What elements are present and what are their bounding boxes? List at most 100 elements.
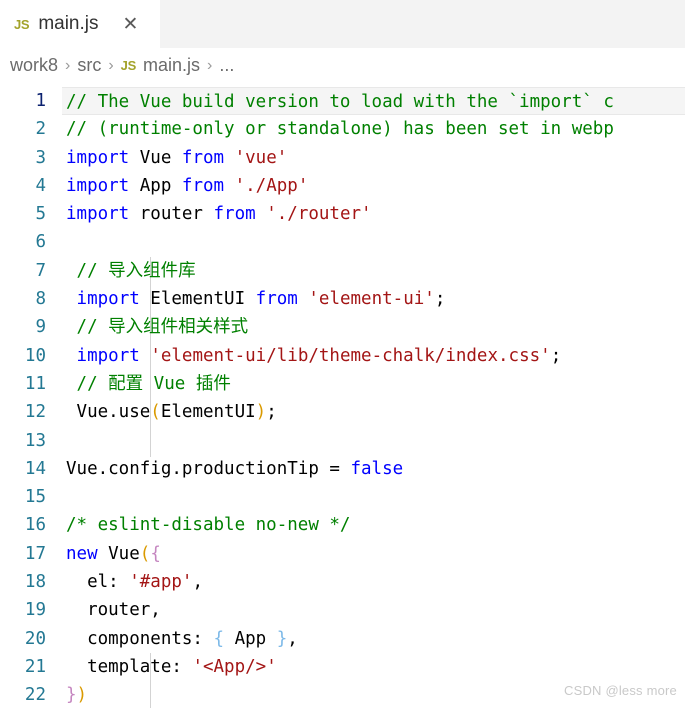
watermark: CSDN @less more xyxy=(564,683,677,698)
code-token-paren: ( xyxy=(150,402,161,423)
code-token-identifier: template: xyxy=(66,656,193,677)
chevron-right-icon: › xyxy=(108,56,114,74)
chevron-right-icon: › xyxy=(65,56,71,74)
code-token-identifier: App xyxy=(129,175,182,196)
breadcrumb-item-main-js[interactable]: main.js xyxy=(143,55,200,76)
breadcrumb-item-work8[interactable]: work8 xyxy=(10,55,58,76)
code-token-identifier: ElementUI xyxy=(139,289,256,310)
code-token-brace: } xyxy=(66,685,77,706)
code-line[interactable]: template: '<App/>' xyxy=(62,653,685,681)
code-token-identifier: router, xyxy=(66,600,161,621)
code-token-string: '<App/>' xyxy=(192,656,277,677)
line-number: 6 xyxy=(35,232,46,253)
code-text-area[interactable]: // The Vue build version to load with th… xyxy=(62,83,685,708)
code-token-string: './App' xyxy=(234,175,309,196)
code-token-identifier: ElementUI xyxy=(160,402,256,423)
breadcrumb-item-overflow[interactable]: ... xyxy=(219,55,234,76)
code-token-string: 'element-ui' xyxy=(308,289,435,310)
code-line[interactable]: // (runtime-only or standalone) has been… xyxy=(62,115,685,143)
code-token-keyword: from xyxy=(181,175,225,196)
code-token-comment: /* eslint-disable no-new */ xyxy=(66,515,351,536)
code-token-paren: ) xyxy=(255,402,267,423)
code-token-identifier: components: xyxy=(66,628,214,649)
code-line[interactable]: new Vue({ xyxy=(62,540,685,568)
code-token-keyword: from xyxy=(255,289,298,310)
vscode-window: JS main.js ✕ work8 › src › JS main.js › … xyxy=(0,0,685,708)
code-line[interactable]: import App from './App' xyxy=(62,172,685,200)
code-line[interactable]: // 导入组件相关样式 xyxy=(62,313,685,341)
line-number: 22 xyxy=(24,685,46,706)
code-line[interactable] xyxy=(62,228,685,256)
code-token-keyword: import xyxy=(76,289,140,310)
breadcrumb-item-src[interactable]: src xyxy=(77,55,101,76)
code-token-brace: { xyxy=(213,628,225,649)
code-line[interactable]: // 配置 Vue 插件 xyxy=(62,370,685,398)
code-token-keyword: new xyxy=(66,543,98,564)
code-token-brace: } xyxy=(276,628,288,649)
code-line[interactable]: Vue.use(ElementUI); xyxy=(62,398,685,426)
js-file-icon: JS xyxy=(120,58,137,73)
code-line[interactable] xyxy=(62,427,685,455)
code-token-keyword: import xyxy=(66,175,130,196)
code-token-keyword: from xyxy=(213,204,256,225)
code-token-identifier: Vue.use xyxy=(66,402,151,423)
code-token-identifier: Vue.config.productionTip = xyxy=(66,458,351,479)
line-number: 17 xyxy=(24,543,46,564)
line-number: 19 xyxy=(24,600,46,621)
code-token-punct: , xyxy=(192,572,203,593)
code-line[interactable]: components: { App }, xyxy=(62,625,685,653)
code-line[interactable]: Vue.config.productionTip = false xyxy=(62,455,685,483)
code-line[interactable] xyxy=(62,483,685,511)
code-token-identifier: Vue xyxy=(129,147,182,168)
code-line[interactable]: // 导入组件库 xyxy=(62,257,685,285)
code-line[interactable]: import Vue from 'vue' xyxy=(62,144,685,172)
line-number: 10 xyxy=(24,345,46,366)
line-number: 9 xyxy=(35,317,46,338)
chevron-right-icon: › xyxy=(207,56,213,74)
code-token-comment: // 导入组件相关样式 xyxy=(66,317,249,338)
code-token-comment: // The Vue build version to load with th… xyxy=(66,92,614,112)
code-token-punct: , xyxy=(287,628,298,649)
line-number: 3 xyxy=(35,147,46,168)
code-token-keyword: false xyxy=(350,458,404,479)
line-number: 20 xyxy=(24,628,46,649)
line-number: 5 xyxy=(35,204,46,225)
tab-main-js[interactable]: JS main.js ✕ xyxy=(0,0,160,48)
code-line[interactable]: // The Vue build version to load with th… xyxy=(62,87,685,116)
code-line[interactable]: /* eslint-disable no-new */ xyxy=(62,511,685,539)
code-line[interactable]: import router from './router' xyxy=(62,200,685,228)
line-number: 13 xyxy=(24,430,46,451)
close-icon[interactable]: ✕ xyxy=(121,14,141,34)
code-token-punct: ; xyxy=(550,345,562,366)
code-token-comment: // 配置 Vue 插件 xyxy=(66,373,231,394)
code-token-comment: // (runtime-only or standalone) has been… xyxy=(66,119,614,140)
code-token-paren: ) xyxy=(76,685,88,706)
line-number: 11 xyxy=(24,373,46,394)
code-token-identifier: router xyxy=(129,204,214,225)
code-token-string: '#app' xyxy=(129,572,193,593)
code-token-paren: ( xyxy=(139,543,151,564)
code-line[interactable]: el: '#app', xyxy=(62,568,685,596)
code-line[interactable]: import ElementUI from 'element-ui'; xyxy=(62,285,685,313)
line-number: 16 xyxy=(24,515,46,536)
code-line[interactable]: router, xyxy=(62,596,685,624)
code-token-punct: ; xyxy=(434,289,446,310)
line-number: 14 xyxy=(24,458,46,479)
code-token-keyword: import xyxy=(66,147,130,168)
code-line[interactable]: import 'element-ui/lib/theme-chalk/index… xyxy=(62,342,685,370)
line-number: 21 xyxy=(24,656,46,677)
code-token-identifier: el: xyxy=(66,572,130,593)
code-token-comment: // 导入组件库 xyxy=(66,260,196,281)
code-token-string: 'vue' xyxy=(234,147,288,168)
code-token-string: 'element-ui/lib/theme-chalk/index.css' xyxy=(150,345,551,366)
line-number: 12 xyxy=(24,402,46,423)
code-editor[interactable]: 1 2 3 4 5 6 7 8 9 10 11 12 13 14 15 16 1… xyxy=(0,83,685,708)
code-token-punct: ; xyxy=(266,402,277,423)
editor-tab-bar: JS main.js ✕ xyxy=(0,0,685,48)
